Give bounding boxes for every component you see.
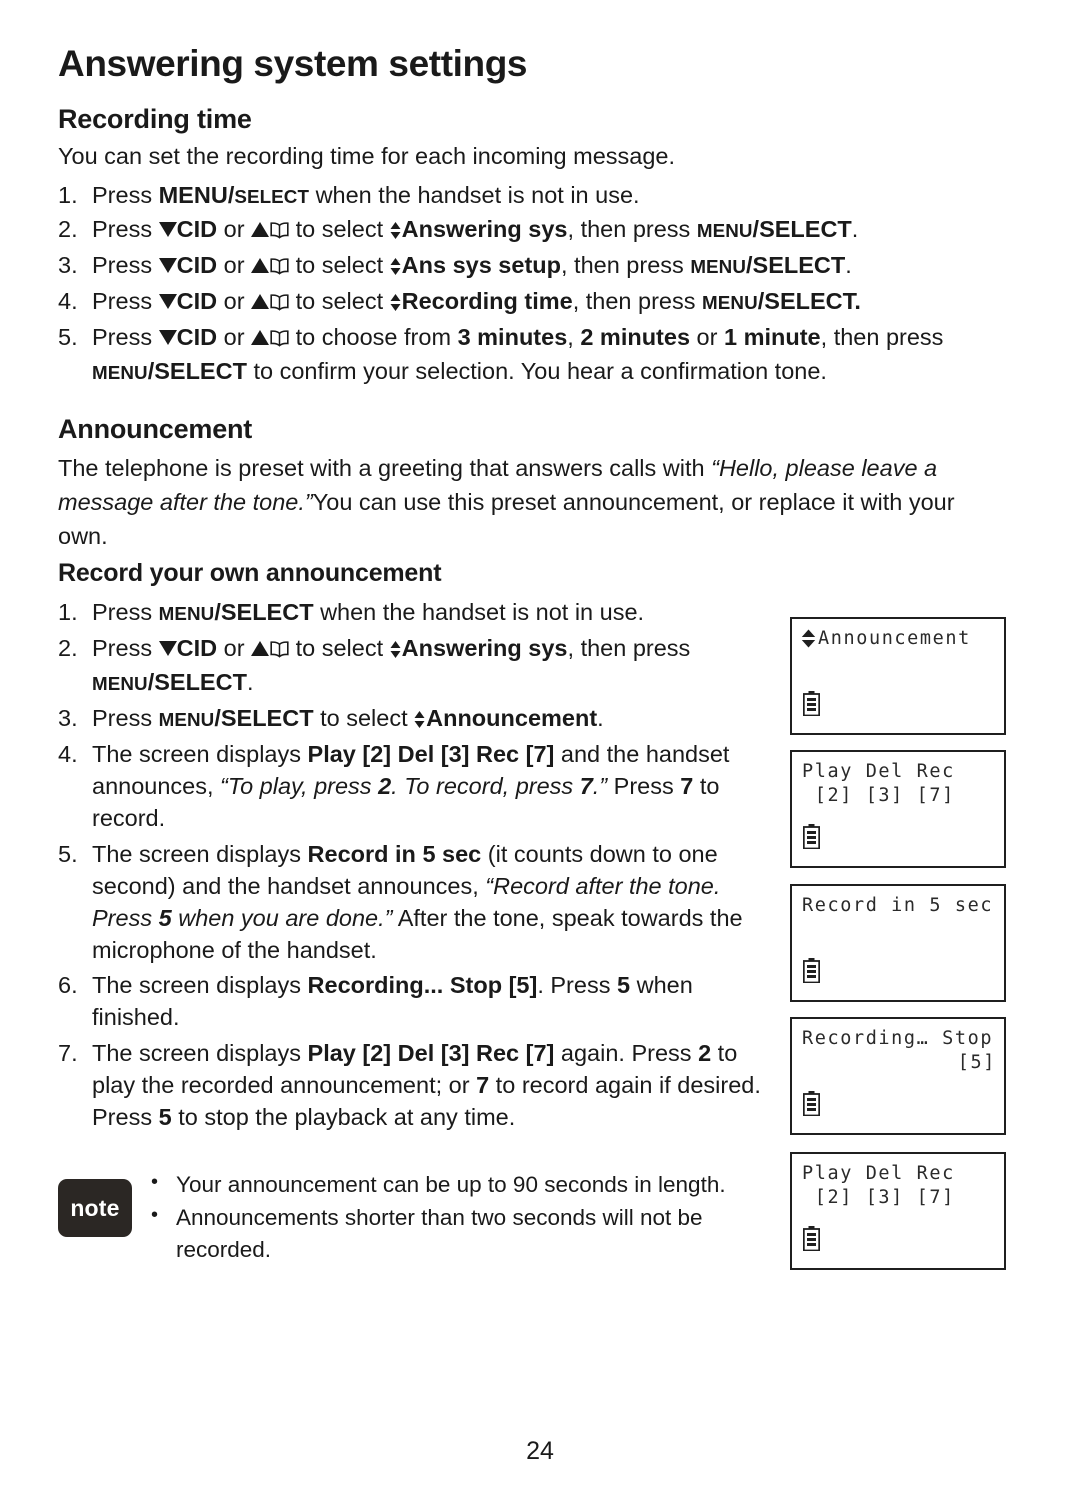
up-triangle-icon <box>251 221 270 237</box>
lcd-screen-record-in-5-sec: Record in 5 sec <box>790 884 1006 1002</box>
down-triangle-icon <box>158 640 177 656</box>
step-item: 1. Press MENU/SELECT when the handset is … <box>58 597 780 629</box>
step-number: 5. <box>58 323 78 350</box>
note-badge: note <box>58 1179 132 1237</box>
step-text: Press MENU/SELECT to select Announcement… <box>92 704 604 731</box>
lcd-text-line2: [5] <box>957 1052 996 1073</box>
step-text: Press MENU/SELECT when the handset is no… <box>92 599 645 625</box>
subsection-heading-record-own-announcement: Record your own announcement <box>58 559 442 587</box>
step-number: 1. <box>58 599 78 625</box>
lcd-screen-play-del-rec-1: Play Del Rec [2] [3] [7] <box>790 750 1006 868</box>
battery-icon <box>802 1091 821 1117</box>
step-item: 4. The screen displays Play [2] Del [3] R… <box>58 739 780 835</box>
step-text: Press CID or to choose from 3 minutes, 2… <box>92 323 944 384</box>
lcd-text-line2: [2] [3] [7] <box>802 1187 955 1208</box>
step-item: 2. Press CID or to select Answering sys, … <box>58 633 780 699</box>
step-number: 4. <box>58 287 78 314</box>
announcement-intro: The telephone is preset with a greeting … <box>58 452 1006 553</box>
page-title: Answering system settings <box>58 43 528 84</box>
step-item: 2. Press CID or to select Answering sys, … <box>58 214 1018 248</box>
step-number: 2. <box>58 215 78 242</box>
phonebook-icon <box>270 288 289 320</box>
up-down-selector-icon <box>390 216 401 239</box>
up-down-selector-icon <box>414 705 425 728</box>
up-triangle-icon <box>251 257 270 273</box>
up-triangle-icon <box>251 329 270 345</box>
lcd-text-line1: Announcement <box>818 628 971 649</box>
note-bullet-text: Announcements shorter than two seconds w… <box>176 1204 703 1262</box>
recording-time-steps: 1. Press MENU/SELECT when the handset is … <box>58 180 1018 390</box>
step-item: 3. Press CID or to select Ans sys setup, … <box>58 250 1018 284</box>
up-triangle-icon <box>251 640 270 656</box>
step-text: Press CID or to select Ans sys setup, th… <box>92 252 852 278</box>
phonebook-icon <box>270 216 289 248</box>
bullet-icon: • <box>151 1171 159 1193</box>
down-triangle-icon <box>158 221 177 237</box>
recording-time-intro: You can set the recording time for each … <box>58 143 676 169</box>
battery-icon <box>802 958 821 984</box>
up-triangle-icon <box>251 293 270 309</box>
step-text: Press CID or to select Answering sys, th… <box>92 216 858 242</box>
phonebook-icon <box>270 252 289 284</box>
step-number: 1. <box>58 182 78 208</box>
battery-icon <box>802 824 821 850</box>
option-3-minutes: 3 minutes <box>457 323 568 350</box>
lcd-screen-announcement-menu: Announcement <box>790 617 1006 735</box>
note-bullet-list: • Your announcement can be up to 90 secon… <box>146 1169 761 1267</box>
step-number: 3. <box>58 251 78 278</box>
step-item: 7. The screen displays Play [2] Del [3] R… <box>58 1038 780 1134</box>
step-item: 3. Press MENU/SELECT to select Announceme… <box>58 703 780 735</box>
step-number: 7. <box>58 1040 78 1067</box>
lcd-screen-play-del-rec-2: Play Del Rec [2] [3] [7] <box>790 1152 1006 1270</box>
down-triangle-icon <box>158 257 177 273</box>
step-number: 4. <box>58 740 78 767</box>
record-announcement-steps: 1. Press MENU/SELECT when the handset is … <box>58 597 780 1138</box>
bullet-icon: • <box>151 1203 159 1226</box>
option-1-minute: 1 minute <box>724 323 821 350</box>
announcement-body-part1: The telephone is preset with a greeting … <box>58 455 712 481</box>
battery-icon <box>802 1226 821 1252</box>
step-text: Press MENU/SELECT when the handset is no… <box>92 182 640 208</box>
step-item: 5. Press CID or to choose from 3 minutes,… <box>58 322 1018 388</box>
down-triangle-icon <box>158 329 177 345</box>
step-item: 1. Press MENU/SELECT when the handset is … <box>58 180 1018 212</box>
lcd-text-line1: Play Del Rec <box>802 761 955 782</box>
step-number: 5. <box>58 840 78 867</box>
section-heading-recording-time: Recording time <box>58 104 252 134</box>
down-triangle-icon <box>158 293 177 309</box>
step-text: The screen displays Play [2] Del [3] Rec… <box>92 740 730 831</box>
step-text: The screen displays Recording... Stop [5… <box>92 972 693 1031</box>
step-text: The screen displays Record in 5 sec (it … <box>92 840 743 963</box>
step-text: Press CID or to select Recording time, t… <box>92 288 861 314</box>
battery-icon <box>802 691 821 717</box>
step-item: 4. Press CID or to select Recording time,… <box>58 286 1018 320</box>
step-number: 3. <box>58 704 78 731</box>
lcd-screen-recording-stop: Recording… Stop [5] <box>790 1017 1006 1135</box>
up-down-selector-icon <box>390 252 401 275</box>
step-text: The screen displays Play [2] Del [3] Rec… <box>92 1040 761 1131</box>
option-2-minutes: 2 minutes <box>580 323 691 350</box>
page-number: 24 <box>526 1437 554 1465</box>
up-down-selector-icon <box>390 635 401 658</box>
note-bullet-text: Your announcement can be up to 90 second… <box>176 1172 726 1197</box>
step-text: Press CID or to select Answering sys, th… <box>92 634 691 695</box>
lcd-selector-icon <box>801 629 816 648</box>
lcd-text-line2: [2] [3] [7] <box>802 785 955 806</box>
section-heading-announcement: Announcement <box>58 414 253 444</box>
note-bullet: • Announcements shorter than two seconds … <box>146 1202 761 1266</box>
phonebook-icon <box>270 324 289 356</box>
lcd-text-line1: Record in 5 sec <box>802 895 994 916</box>
step-number: 6. <box>58 972 78 999</box>
step-item: 6. The screen displays Recording... Stop … <box>58 970 780 1034</box>
phonebook-icon <box>270 635 289 667</box>
lcd-text-line1: Recording… Stop <box>802 1028 994 1049</box>
note-bullet: • Your announcement can be up to 90 secon… <box>146 1169 761 1201</box>
up-down-selector-icon <box>390 288 401 311</box>
step-item: 5. The screen displays Record in 5 sec (i… <box>58 839 780 967</box>
step-number: 2. <box>58 634 78 661</box>
lcd-text-line1: Play Del Rec <box>802 1163 955 1184</box>
manual-page: Answering system settings Recording time… <box>0 0 1080 1512</box>
